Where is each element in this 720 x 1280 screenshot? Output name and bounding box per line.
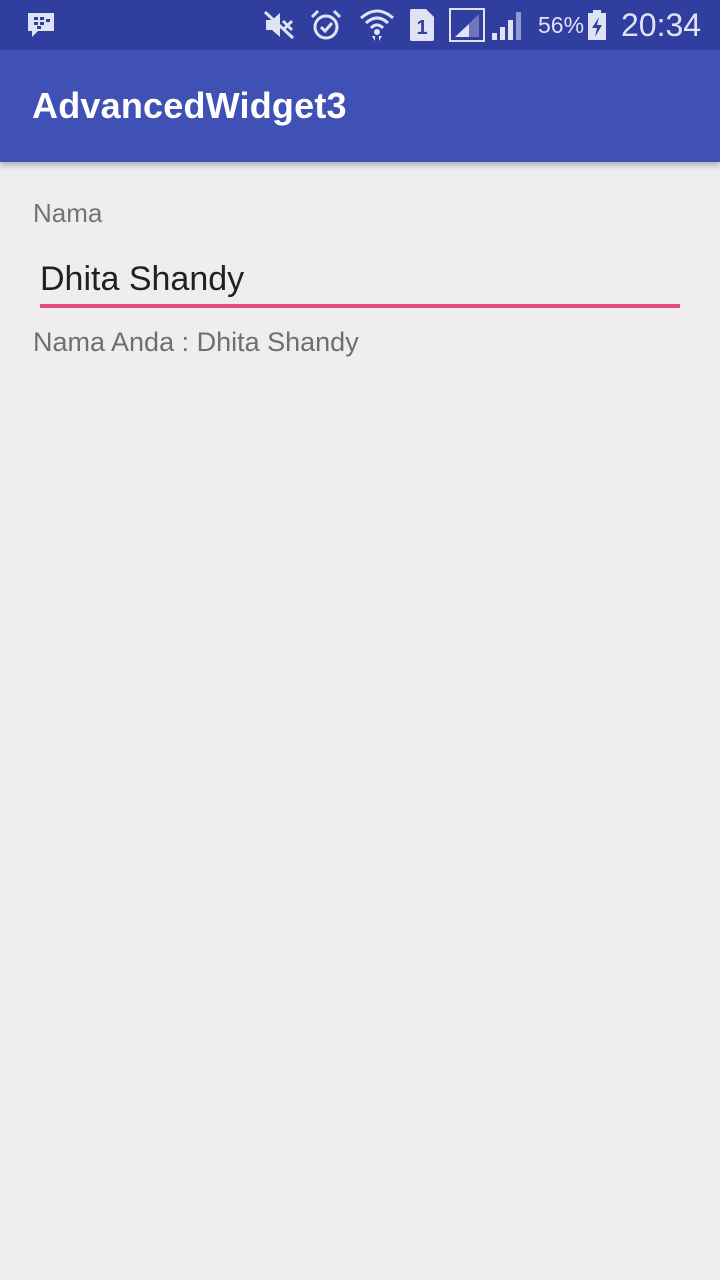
app-bar: AdvancedWidget3 <box>0 50 720 162</box>
signal-icon <box>449 0 485 50</box>
name-label: Nama <box>33 198 103 228</box>
alarm-icon <box>310 0 342 50</box>
status-bar: 1 56% 20:34 <box>0 0 720 50</box>
battery-percent: 56% <box>538 12 585 38</box>
sim-1-icon: 1 <box>409 0 435 50</box>
mute-icon <box>263 0 295 50</box>
name-input[interactable] <box>40 254 680 308</box>
battery-charging-icon <box>587 0 607 50</box>
signal-2-icon <box>491 0 525 50</box>
app-title: AdvancedWidget3 <box>32 85 347 126</box>
bbm-icon <box>26 0 56 50</box>
svg-text:1: 1 <box>416 17 427 39</box>
clock: 20:34 <box>621 7 702 43</box>
name-result-text: Nama Anda : Dhita Shandy <box>33 327 359 357</box>
wifi-icon <box>359 0 395 50</box>
